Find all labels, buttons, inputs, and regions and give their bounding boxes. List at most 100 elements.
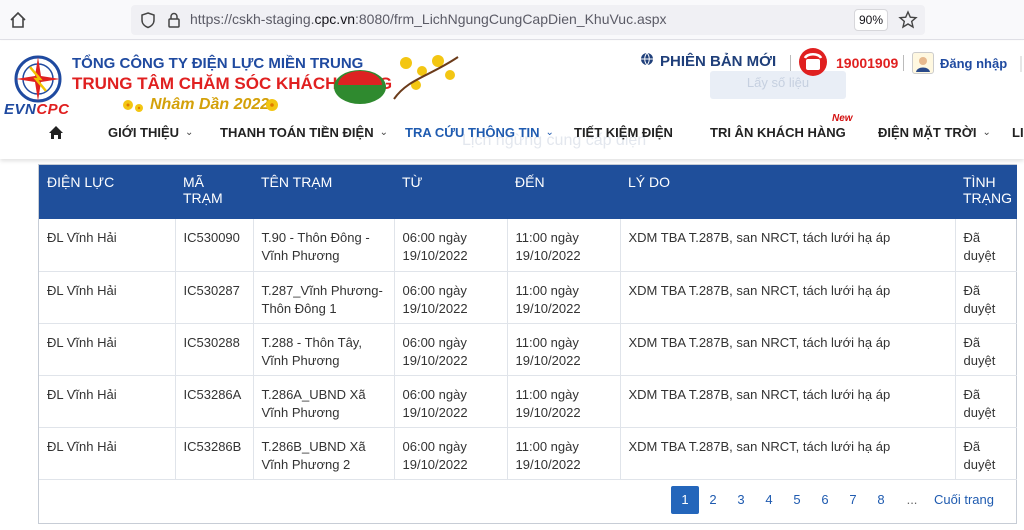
new-version-label: PHIÊN BẢN MỚI [660,52,777,70]
column-header-ma-tram[interactable]: MÃ TRẠM [175,165,253,219]
lunar-year-text: Nhâm Dần 2022 [150,96,270,113]
chevron-down-icon: ⌄ [982,127,991,138]
table-header-row: ĐIỆN LỰC MÃ TRẠM TÊN TRẠM TỪ ĐẾN LÝ DO T… [39,165,1017,219]
site-header: EVNCPC TỔNG CÔNG TY ĐIỆN LỰC MIỀN TRUNG … [0,41,1024,159]
table-row: ĐL Vĩnh Hải IC530090 T.90 - Thôn Đông - … [39,219,1017,272]
cell-ly-do: XDM TBA T.287B, san NRCT, tách lưới hạ á… [620,375,956,428]
table-row: ĐL Vĩnh Hải IC53286A T.286A_UBND Xã Vĩnh… [39,375,1017,428]
new-version-link[interactable]: PHIÊN BẢN MỚI [640,52,776,70]
bookmark-star-icon[interactable] [898,10,918,30]
table-row: ĐL Vĩnh Hải IC53286B T.286B_UBND Xã Vĩnh… [39,427,1017,480]
user-avatar-icon[interactable] [912,52,934,74]
nav-label: TIẾT KIỆM ĐIỆN [574,125,673,140]
pagination: 1 2 3 4 5 6 7 8 ... Cuối trang [671,485,999,515]
cell-dien-luc: ĐL Vĩnh Hải [39,219,176,272]
divider [790,55,791,71]
zoom-level-button[interactable]: 90% [854,9,888,31]
page-5-button[interactable]: 5 [783,486,811,514]
column-header-dien-luc[interactable]: ĐIỆN LỰC [39,165,175,219]
more-menu-icon[interactable] [1018,55,1024,73]
column-header-ly-do[interactable]: LÝ DO [620,165,955,219]
cell-tinh-trang: Đã duyệt [955,271,1017,324]
cell-den: 11:00 ngày 19/10/2022 [507,427,621,480]
column-header-tu[interactable]: TỪ [394,165,507,219]
cell-tinh-trang: Đã duyệt [955,219,1017,272]
hotline-number[interactable]: 19001909 [836,55,898,71]
nav-label: TRI ÂN KHÁCH HÀNG [710,125,846,140]
cell-ly-do: XDM TBA T.287B, san NRCT, tách lưới hạ á… [620,427,956,480]
last-page-button[interactable]: Cuối trang [929,486,999,514]
shield-icon[interactable] [139,11,157,29]
cell-den: 11:00 ngày 19/10/2022 [507,219,621,272]
cell-tu: 06:00 ngày 19/10/2022 [394,219,508,272]
cell-tinh-trang: Đã duyệt [955,375,1017,428]
cell-ma-tram: IC530288 [175,323,254,376]
nav-item-tri-an[interactable]: TRI ÂN KHÁCH HÀNG [710,125,846,140]
nav-item-more[interactable]: LI [1012,125,1024,140]
cell-tu: 06:00 ngày 19/10/2022 [394,427,508,480]
chevron-down-icon: ⌄ [185,127,194,138]
globe-icon [640,52,654,70]
cell-tinh-trang: Đã duyệt [955,427,1017,480]
nav-label: THANH TOÁN TIỀN ĐIỆN [220,125,374,140]
browser-toolbar: https://cskh-staging.cpc.vn:8080/frm_Lic… [0,0,1024,40]
nav-item-gioi-thieu[interactable]: GIỚI THIỆU ⌄ [108,125,193,140]
page-8-button[interactable]: 8 [867,486,895,514]
page-3-button[interactable]: 3 [727,486,755,514]
page-1-button[interactable]: 1 [671,486,699,514]
cell-dien-luc: ĐL Vĩnh Hải [39,375,176,428]
url-text[interactable]: https://cskh-staging.cpc.vn:8080/frm_Lic… [190,11,667,27]
cell-ten-tram: T.286B_UBND Xã Vĩnh Phương 2 [253,427,395,480]
nav-label: ĐIỆN MẶT TRỜI [878,125,977,140]
column-header-ten-tram[interactable]: TÊN TRẠM [253,165,394,219]
cell-den: 11:00 ngày 19/10/2022 [507,271,621,324]
brand-evn: EVN [4,101,37,118]
nav-item-thanh-toan[interactable]: THANH TOÁN TIỀN ĐIỆN ⌄ [220,125,388,140]
cell-tu: 06:00 ngày 19/10/2022 [394,375,508,428]
table-row: ĐL Vĩnh Hải IC530287 T.287_Vĩnh Phương-T… [39,271,1017,324]
phone-icon[interactable] [798,47,828,77]
page-7-button[interactable]: 7 [839,486,867,514]
nav-item-tra-cuu[interactable]: TRA CỨU THÔNG TIN ⌄ [405,125,554,140]
cell-ma-tram: IC530287 [175,271,254,324]
apricot-flower-icon [260,93,290,119]
url-prefix: https://cskh-staging. [190,11,315,27]
pagination-ellipsis[interactable]: ... [895,486,929,514]
page-2-button[interactable]: 2 [699,486,727,514]
nav-item-tiet-kiem[interactable]: TIẾT KIỆM ĐIỆN [574,125,673,140]
page-4-button[interactable]: 4 [755,486,783,514]
page-6-button[interactable]: 6 [811,486,839,514]
apricot-flower-icon [118,93,150,119]
nav-home-icon[interactable] [48,125,64,140]
divider [903,55,904,71]
evn-brand-text: EVNCPC [4,101,70,118]
nav-label: GIỚI THIỆU [108,125,180,140]
cell-dien-luc: ĐL Vĩnh Hải [39,271,176,324]
cell-ly-do: XDM TBA T.287B, san NRCT, tách lưới hạ á… [620,271,956,324]
chevron-down-icon: ⌄ [379,127,388,138]
cell-ten-tram: T.287_Vĩnh Phương-Thôn Đông 1 [253,271,395,324]
lock-icon[interactable] [165,11,183,29]
cell-tu: 06:00 ngày 19/10/2022 [394,323,508,376]
nav-item-dien-mat-troi[interactable]: ĐIỆN MẶT TRỜI ⌄ [878,125,991,140]
brand-cpc: CPC [36,101,70,118]
url-domain: cpc.vn [314,11,355,27]
cell-ly-do: XDM TBA T.287B, san NRCT, tách lưới hạ á… [620,219,956,272]
column-header-den[interactable]: ĐẾN [507,165,620,219]
cell-dien-luc: ĐL Vĩnh Hải [39,323,176,376]
cell-ten-tram: T.288 - Thôn Tây, Vĩnh Phương [253,323,395,376]
cell-tinh-trang: Đã duyệt [955,323,1017,376]
tet-decoration-image [308,49,464,107]
main-navigation: GIỚI THIỆU ⌄ THANH TOÁN TIỀN ĐIỆN ⌄ TRA CỨ… [0,121,1024,145]
cell-dien-luc: ĐL Vĩnh Hải [39,427,176,480]
column-header-tinh-trang[interactable]: TÌNH TRẠNG [955,165,1017,219]
cell-tu: 06:00 ngày 19/10/2022 [394,271,508,324]
login-link[interactable]: Đăng nhập [940,56,1007,71]
outage-schedule-table: ĐIỆN LỰC MÃ TRẠM TÊN TRẠM TỪ ĐẾN LÝ DO T… [38,164,1017,524]
home-icon[interactable] [6,8,30,32]
url-suffix: :8080/frm_LichNgungCungCapDien_KhuVuc.as… [354,11,667,27]
cell-ten-tram: T.286A_UBND Xã Vĩnh Phương [253,375,395,428]
cell-ly-do: XDM TBA T.287B, san NRCT, tách lưới hạ á… [620,323,956,376]
cell-ma-tram: IC53286B [175,427,254,480]
cell-ma-tram: IC530090 [175,219,254,272]
